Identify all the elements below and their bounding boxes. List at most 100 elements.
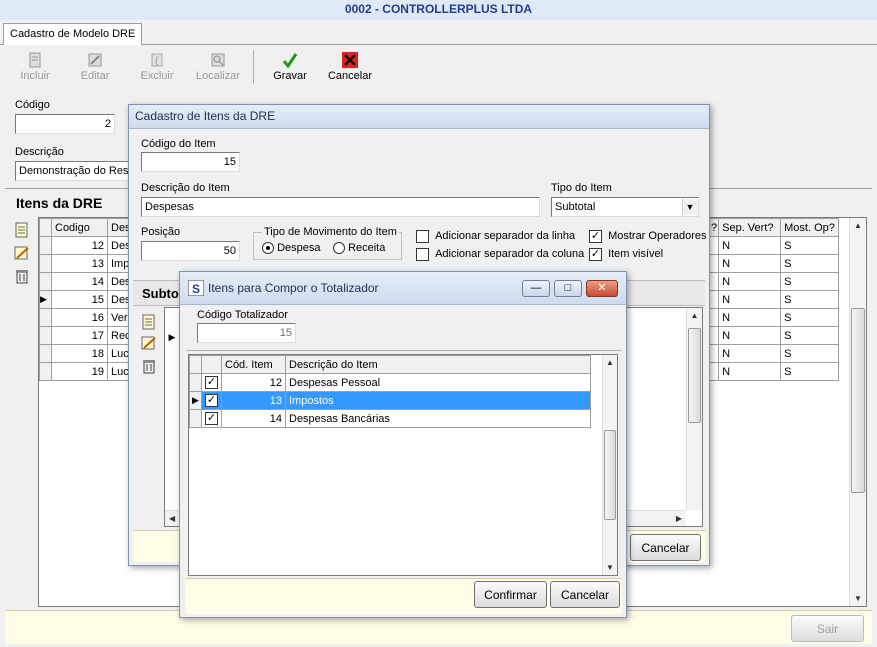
scroll-right-icon[interactable]: ▶: [676, 514, 682, 523]
scroll-down-icon[interactable]: ▼: [850, 594, 866, 603]
cell-codigo: 17: [51, 326, 108, 345]
incluir-label: Incluir: [20, 70, 50, 82]
cell-descricao: Impostos: [285, 391, 591, 410]
table-row[interactable]: NS: [708, 290, 839, 309]
table-row[interactable]: ✓ 12 Despesas Pessoal: [189, 373, 591, 392]
compor-items-grid[interactable]: Cód. Item Descrição do Item ✓ 12 Despesa…: [188, 354, 618, 576]
item-codigo-field[interactable]: 15: [141, 152, 240, 172]
table-row[interactable]: NS: [708, 326, 839, 345]
editar-button[interactable]: Editar: [72, 52, 118, 82]
posicao-field[interactable]: 50: [141, 241, 240, 261]
scroll-left-icon[interactable]: ◀: [169, 514, 175, 523]
col-codigo-header[interactable]: Codigo: [51, 218, 108, 237]
confirmar-button[interactable]: Confirmar: [474, 581, 547, 608]
scroll-up-icon[interactable]: ▲: [603, 358, 617, 367]
scroll-up-icon[interactable]: ▲: [850, 221, 866, 230]
chevron-down-icon[interactable]: ▼: [682, 199, 697, 215]
compor-grid-scrollbar[interactable]: ▲ ▼: [602, 355, 617, 575]
subtotal-grid-scrollbar[interactable]: ▲: [686, 308, 702, 510]
row-indicator-header: [39, 218, 52, 237]
scroll-down-icon[interactable]: ▼: [603, 563, 617, 572]
item-visivel-checkbox[interactable]: ✓ Item visível: [589, 248, 663, 261]
cell-sep-vert: N: [718, 362, 782, 381]
gravar-button[interactable]: Gravar: [268, 52, 312, 82]
cell-sep-vert: N: [718, 236, 782, 255]
scroll-up-icon[interactable]: ▲: [687, 311, 702, 320]
localizar-button[interactable]: Localizar: [192, 52, 244, 82]
table-row[interactable]: 18 Luc: [39, 344, 135, 363]
tipo-item-select[interactable]: Subtotal: [551, 197, 699, 217]
mostrar-operadores-label: Mostrar Operadores: [608, 230, 707, 243]
checkbox-checked-icon[interactable]: ✓: [205, 394, 218, 407]
despesa-radio[interactable]: Despesa: [262, 242, 321, 255]
table-row[interactable]: NS: [708, 344, 839, 363]
cancel-x-icon: [342, 52, 358, 68]
col-check-header[interactable]: [201, 355, 222, 374]
scroll-thumb[interactable]: [688, 328, 701, 423]
col-cod-item-header[interactable]: Cód. Item: [221, 355, 286, 374]
table-row[interactable]: NS: [708, 254, 839, 273]
add-subitem-icon[interactable]: [141, 314, 157, 330]
descricao-label: Descrição: [15, 146, 64, 158]
checkbox-icon: [416, 230, 429, 243]
table-row[interactable]: NS: [708, 272, 839, 291]
codigo-totalizador-field[interactable]: 15: [197, 323, 296, 343]
table-row[interactable]: 13 Imp: [39, 254, 135, 273]
sep-coluna-checkbox[interactable]: Adicionar separador da coluna: [416, 248, 584, 261]
edit-item-icon[interactable]: [14, 245, 30, 261]
delete-item-icon[interactable]: [14, 268, 30, 284]
checkbox-checked-icon[interactable]: ✓: [205, 412, 218, 425]
incluir-button[interactable]: Incluir: [12, 52, 58, 82]
table-row[interactable]: ✓ 14 Despesas Bancárias: [189, 409, 591, 428]
sep-linha-checkbox[interactable]: Adicionar separador da linha: [416, 230, 575, 243]
close-icon[interactable]: ✕: [586, 280, 618, 297]
table-row[interactable]: NS: [708, 308, 839, 327]
minimize-icon[interactable]: —: [522, 280, 550, 297]
cancelar-button[interactable]: Cancelar: [326, 52, 374, 82]
receita-radio[interactable]: Receita: [333, 242, 385, 255]
delete-subitem-icon[interactable]: [141, 358, 157, 374]
despesa-label: Despesa: [277, 242, 321, 254]
col-descricao-header[interactable]: Descrição do Item: [285, 355, 591, 374]
edit-subitem-icon[interactable]: [141, 335, 157, 351]
table-row[interactable]: 17 Rec: [39, 326, 135, 345]
table-row-selected[interactable]: ▶ ✓ 13 Impostos: [189, 391, 591, 410]
cell-sep-vert: N: [718, 254, 782, 273]
radio-icon: [333, 242, 345, 255]
item-dialog-cancelar-button[interactable]: Cancelar: [630, 534, 701, 561]
descricao-field[interactable]: Demonstração do Resu: [15, 161, 130, 181]
row-indicator-header: [189, 355, 202, 374]
checkmark-icon: [282, 52, 298, 69]
table-row[interactable]: 12 Des: [39, 236, 135, 255]
table-row[interactable]: 16 Ver: [39, 308, 135, 327]
scroll-thumb[interactable]: [604, 430, 616, 520]
scroll-thumb[interactable]: [851, 308, 865, 493]
add-item-icon[interactable]: [14, 222, 30, 238]
table-row[interactable]: ▶ 15 Des: [39, 290, 135, 309]
table-row[interactable]: NS: [708, 362, 839, 381]
cell-cod-item: 12: [221, 373, 286, 392]
cell-most-op: S: [780, 290, 839, 309]
compor-cancelar-button[interactable]: Cancelar: [550, 581, 620, 608]
item-descricao-field[interactable]: Despesas: [141, 197, 540, 217]
cell-codigo: 19: [51, 362, 108, 381]
excluir-button[interactable]: ( Excluir: [134, 52, 180, 82]
cell-codigo: 15: [51, 290, 108, 309]
maximize-icon[interactable]: □: [554, 280, 582, 297]
app-title: 0002 - CONTROLLERPLUS LTDA: [0, 0, 877, 20]
col-most-op-header[interactable]: Most. Op?: [780, 218, 839, 237]
checkbox-checked-icon: ✓: [589, 230, 602, 243]
table-row[interactable]: NS: [708, 236, 839, 255]
sair-button[interactable]: Sair: [791, 615, 864, 642]
cell-sep-vert: N: [718, 344, 782, 363]
tab-cadastro-modelo-dre[interactable]: Cadastro de Modelo DRE: [3, 23, 143, 45]
main-grid-scrollbar[interactable]: ▲ ▼: [849, 218, 866, 606]
table-row[interactable]: 19 Luc: [39, 362, 135, 381]
checkbox-checked-icon[interactable]: ✓: [205, 376, 218, 389]
mostrar-operadores-checkbox[interactable]: ✓ Mostrar Operadores: [589, 230, 707, 243]
col-sep-vert-header[interactable]: Sep. Vert?: [718, 218, 782, 237]
codigo-field[interactable]: 2: [15, 114, 115, 134]
checkbox-icon: [416, 248, 429, 261]
col-partial-header[interactable]: ?: [708, 218, 720, 237]
table-row[interactable]: 14 Des: [39, 272, 135, 291]
